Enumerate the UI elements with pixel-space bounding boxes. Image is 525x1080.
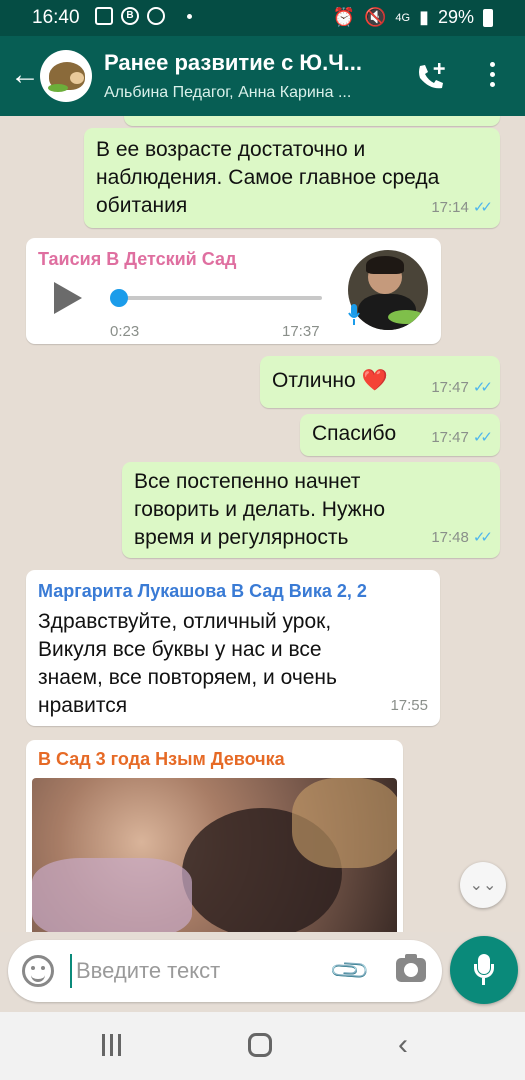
message-time: 17:14 [431,199,469,216]
photo-attachment[interactable] [32,778,397,932]
read-ticks-icon: ✓✓ [472,379,493,396]
camera-icon[interactable] [396,954,426,982]
chat-participants[interactable]: Альбина Педагог, Анна Карина ... [104,84,404,102]
paperclip-icon[interactable]: 📎 [328,948,372,992]
chat-header: ← Ранее развитие с Ю.Ч... Альбина Педаго… [0,36,525,116]
play-icon[interactable] [54,282,82,314]
voice-duration: 0:23 [110,323,140,340]
emoji-icon[interactable] [22,955,54,987]
message-list[interactable]: В ее возрасте достаточно и наблюдения. С… [0,116,525,932]
message-time: 17:37 [282,323,320,340]
message-sender[interactable]: Маргарита Лукашова В Сад Вика 2, 2 [38,580,428,602]
notification-icons: B [95,7,192,25]
message-text: В ее возрасте достаточно и наблюдения. С… [96,138,440,217]
message-meta: 17:47 ✓✓ [431,374,493,402]
read-ticks-icon: ✓✓ [472,199,493,216]
avatar-hair [366,256,404,274]
message-bubble-incoming[interactable]: Маргарита Лукашова В Сад Вика 2, 2 Здрав… [26,570,440,726]
leaf-illustration [48,84,68,92]
voice-progress-track[interactable] [116,296,322,300]
message-bubble-outgoing[interactable]: В ее возрасте достаточно и наблюдения. С… [84,128,500,228]
photo-blur-shape [292,778,397,868]
message-time: 17:47 [431,379,469,396]
photo-message-bubble[interactable]: В Сад 3 года Нзым Девочка [26,740,403,932]
photo-blur-shape [32,858,192,932]
read-ticks-icon: ✓✓ [472,529,493,546]
message-meta: 17:55 [390,692,428,720]
message-sender[interactable]: В Сад 3 года Нзым Девочка [38,748,391,770]
gallery-icon [95,7,113,25]
message-meta: 17:48 ✓✓ [431,524,493,552]
recents-icon[interactable] [102,1034,124,1056]
microphone-button[interactable] [450,936,518,1004]
chevron-down-icon[interactable]: ⌄⌄ [460,862,506,908]
message-input[interactable] [70,954,320,988]
chat-title[interactable]: Ранее развитие с Ю.Ч... [104,50,404,76]
system-nav-bar: ‹ [0,1012,525,1080]
battery-percent: 29% [437,7,474,27]
network-type: 4G [395,11,411,24]
arrow-left-icon[interactable]: ← [10,60,40,90]
alarm-icon: ⏰ [332,7,355,27]
system-icons: ⏰ 🔇 4G ▮ 29% [333,7,493,28]
hedgehog-face [70,72,84,84]
message-time: 17:48 [431,529,469,546]
signal-icon: ▮ [419,7,429,27]
battery-icon [483,8,493,27]
sender-avatar[interactable] [348,250,428,330]
avatar-food [388,310,424,324]
microphone-stand [474,964,494,978]
add-call-icon[interactable] [414,60,448,94]
home-icon[interactable] [248,1033,272,1057]
message-bubble-partial [124,116,500,126]
message-meta: 17:47 ✓✓ [431,424,493,452]
group-avatar[interactable] [40,50,92,102]
cloud-upload-icon [147,7,165,25]
voice-progress-knob[interactable] [110,289,128,307]
message-bubble-outgoing[interactable]: Отлично ❤️ 17:47 ✓✓ [260,356,500,408]
message-bubble-outgoing[interactable]: Все постепенно начнет говорить и делать.… [122,462,500,558]
microphone-leg [482,978,485,985]
message-meta: 17:14 ✓✓ [431,194,493,222]
message-time: 17:47 [431,429,469,446]
mute-icon: 🔇 [363,7,387,27]
message-text: Здравствуйте, отличный урок, Викуля все … [38,610,337,717]
status-time: 16:40 [32,7,80,28]
message-sender[interactable]: Таисия В Детский Сад [38,248,236,270]
more-notifications-icon [187,13,192,19]
status-bar: 16:40 B ⏰ 🔇 4G ▮ 29% [0,0,525,36]
message-composer: 📎 [8,940,442,1002]
message-time: 17:55 [390,697,428,714]
voice-message-bubble[interactable]: Таисия В Детский Сад 0:23 17:37 [26,238,441,344]
more-vert-icon[interactable] [480,62,504,92]
message-bubble-outgoing[interactable]: Спасибо 17:47 ✓✓ [300,414,500,456]
read-ticks-icon: ✓✓ [472,429,493,446]
microphone-icon [348,304,360,325]
back-icon[interactable]: ‹ [398,1030,408,1060]
b-app-icon: B [121,7,139,25]
